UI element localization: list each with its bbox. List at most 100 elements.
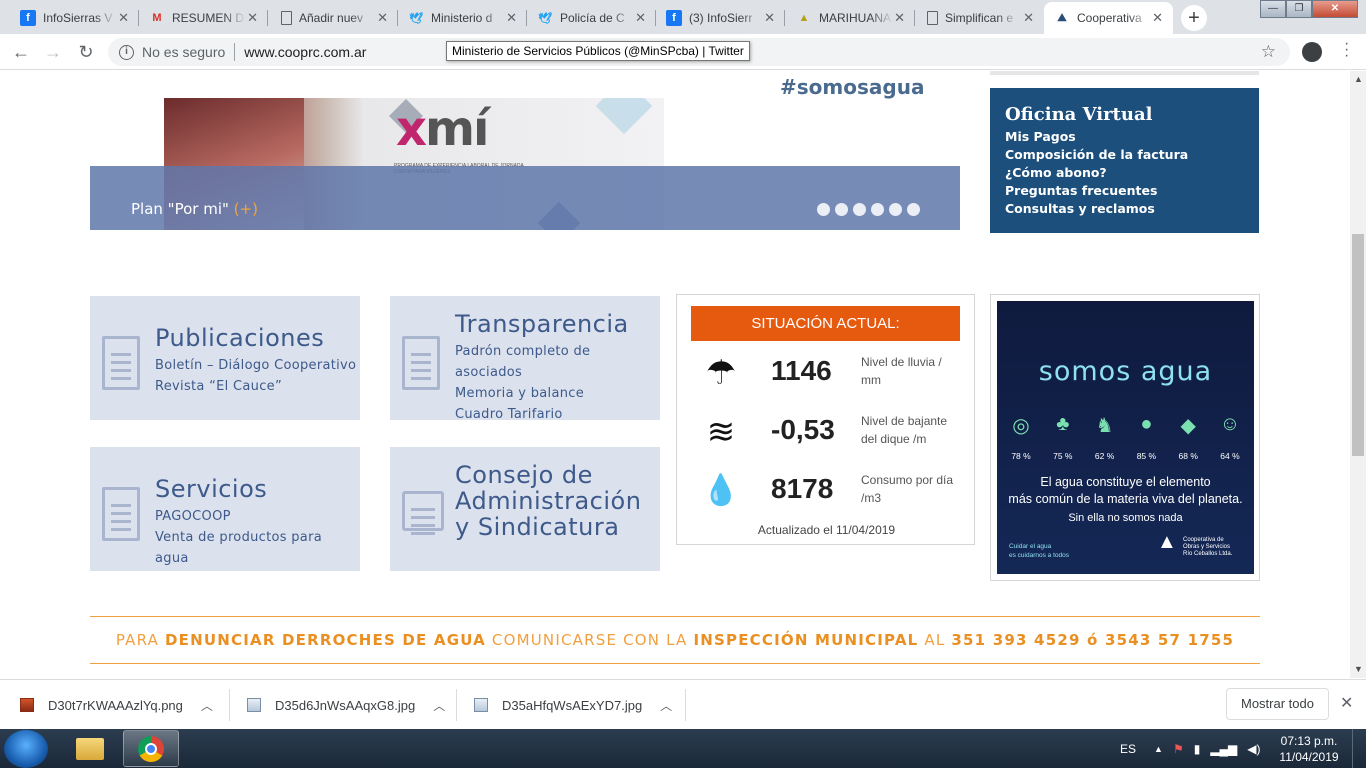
system-tray: ES ▲ ⚑ ▮ ▂▄▆ ◀) [1120, 729, 1261, 768]
image-file-icon [474, 698, 488, 712]
close-tab-icon[interactable]: ✕ [1023, 10, 1034, 26]
slide-caption-text[interactable]: Plan "Por mi" (+) [131, 200, 258, 218]
forward-button[interactable]: → [42, 41, 64, 63]
dam-value: -0,53 [771, 414, 835, 445]
slider-dot[interactable] [871, 203, 884, 216]
windows-taskbar: ES ▲ ⚑ ▮ ▂▄▆ ◀) 07:13 p.m. 11/04/2019 [0, 729, 1366, 768]
start-button[interactable] [4, 730, 48, 768]
download-item[interactable]: D30t7rKWAAAzlYq.png ︿ [20, 680, 230, 730]
tab-title: RESUMEN D [172, 11, 245, 25]
tab-resumen[interactable]: M RESUMEN D ✕ [139, 2, 268, 34]
hero-slider[interactable]: xmí PROGRAMA DE EXPERIENCIA LABORAL DE J… [90, 71, 960, 230]
link-pagocoop[interactable]: PAGOCOOP [155, 506, 360, 527]
card-title[interactable]: Publicaciones [155, 325, 324, 351]
close-tab-icon[interactable]: ✕ [247, 10, 258, 26]
drop-icon: 💧 [702, 474, 740, 507]
show-desktop-button[interactable] [1352, 729, 1366, 768]
tab-ministerio[interactable]: 🕊 Ministerio d ✕ [398, 2, 527, 34]
close-tab-icon[interactable]: ✕ [377, 10, 388, 26]
link-revista[interactable]: Revista “El Cauce” [155, 376, 356, 397]
power-icon[interactable]: ▮ [1194, 742, 1201, 756]
profile-avatar[interactable] [1302, 42, 1322, 62]
situacion-header: SITUACIÓN ACTUAL: [691, 306, 960, 341]
close-tab-icon[interactable]: ✕ [635, 10, 646, 26]
link-como-abono[interactable]: ¿Cómo abono? [1005, 164, 1244, 182]
system-clock[interactable]: 07:13 p.m. 11/04/2019 [1276, 733, 1342, 765]
close-tab-icon[interactable]: ✕ [894, 10, 905, 26]
link-composicion-factura[interactable]: Composición de la factura [1005, 146, 1244, 164]
link-padron[interactable]: Padrón completo de asociados [455, 341, 660, 383]
download-filename: D30t7rKWAAAzlYq.png [48, 697, 183, 713]
twitter-icon: 🕊 [409, 12, 423, 25]
close-tab-icon[interactable]: ✕ [764, 10, 775, 26]
link-venta-productos[interactable]: Venta de productos para agua [155, 527, 360, 569]
tab-infosierras[interactable]: f InfoSierras V ✕ [10, 2, 139, 34]
taskbar-chrome[interactable] [123, 730, 179, 767]
bookmark-star-icon[interactable]: ☆ [1261, 42, 1276, 62]
close-downloads-icon[interactable]: ✕ [1340, 693, 1353, 713]
card-transparencia: Transparencia Padrón completo de asociad… [390, 296, 660, 422]
reload-button[interactable]: ↻ [75, 41, 97, 63]
somos-agua-poster[interactable]: somos agua ◎ 78 % ♣ 75 % ♞ 62 % ● 85 % ◆ 68 %… [990, 294, 1260, 581]
downloads-bar: D30t7rKWAAAzlYq.png ︿ D35d6JnWsAAqxG8.jp… [0, 679, 1366, 729]
link-consultas-reclamos[interactable]: Consultas y reclamos [1005, 200, 1244, 218]
slider-dot[interactable] [907, 203, 920, 216]
slider-dot[interactable] [835, 203, 848, 216]
more-link: (+) [233, 200, 258, 218]
tab-cooperativa[interactable]: ⛰ Cooperativa ✕ [1044, 2, 1173, 34]
tab-simplifican[interactable]: Simplifican e ✕ [915, 2, 1044, 34]
show-all-button[interactable]: Mostrar todo [1226, 688, 1329, 720]
poster-icons: ◎ 78 % ♣ 75 % ♞ 62 % ● 85 % ◆ 68 % ☺ 64 % [1005, 413, 1246, 461]
card-title[interactable]: Transparencia [455, 311, 629, 337]
taskbar-explorer[interactable] [62, 730, 118, 767]
hashtag-text: #somosagua [780, 75, 925, 99]
volume-icon[interactable]: ◀) [1247, 742, 1260, 756]
tab-infosierras-2[interactable]: f (3) InfoSierr ✕ [656, 2, 785, 34]
info-icon[interactable]: i [119, 44, 134, 60]
scroll-up-arrow-icon[interactable]: ▲ [1354, 74, 1363, 84]
maximize-button[interactable]: ❐ [1286, 0, 1312, 18]
scroll-down-arrow-icon[interactable]: ▼ [1354, 664, 1363, 674]
card-title[interactable]: Consejo de Administración y Sindicatura [455, 462, 641, 540]
back-button[interactable]: ← [10, 41, 32, 63]
tab-policia[interactable]: 🕊 Policía de C ✕ [527, 2, 656, 34]
slider-dot[interactable] [889, 203, 902, 216]
close-window-button[interactable]: ✕ [1312, 0, 1358, 18]
chevron-up-icon[interactable]: ︿ [433, 697, 445, 714]
show-hidden-icons[interactable]: ▲ [1154, 744, 1163, 754]
tab-title: Añadir nuev [299, 11, 364, 25]
close-tab-icon[interactable]: ✕ [1152, 10, 1163, 26]
close-tab-icon[interactable]: ✕ [118, 10, 129, 26]
security-label[interactable]: No es seguro [142, 44, 225, 60]
chevron-up-icon[interactable]: ︿ [201, 697, 213, 714]
link-memoria-balance[interactable]: Memoria y balance [455, 383, 660, 404]
download-item[interactable]: D35aHfqWsAExYD7.jpg ︿ [474, 680, 686, 730]
card-title[interactable]: Servicios [155, 476, 267, 502]
download-filename: D35d6JnWsAAqxG8.jpg [275, 697, 416, 713]
link-preguntas-frecuentes[interactable]: Preguntas frecuentes [1005, 182, 1244, 200]
download-item[interactable]: D35d6JnWsAAqxG8.jpg ︿ [247, 680, 457, 730]
language-indicator[interactable]: ES [1120, 742, 1136, 756]
url-text[interactable]: www.cooprc.com.ar [244, 44, 366, 60]
new-tab-button[interactable]: + [1181, 5, 1207, 31]
oficina-virtual-panel: Oficina Virtual Mis Pagos Composición de… [990, 88, 1259, 233]
link-cuadro-tarifario[interactable]: Cuadro Tarifario [455, 404, 660, 425]
link-mis-pagos[interactable]: Mis Pagos [1005, 128, 1244, 146]
dam-row: ≋ -0,53 Nivel de bajante del dique /m [677, 406, 976, 456]
menu-kebab-icon[interactable]: · · · [1344, 36, 1349, 64]
page-scrollbar[interactable]: ▲ ▼ [1350, 71, 1366, 678]
tab-anadir[interactable]: Añadir nuev ✕ [269, 2, 398, 34]
document-check-icon [402, 336, 440, 390]
close-tab-icon[interactable]: ✕ [506, 10, 517, 26]
chevron-up-icon[interactable]: ︿ [660, 697, 672, 714]
minimize-button[interactable]: — [1260, 0, 1286, 18]
scrollbar-thumb[interactable] [1352, 234, 1364, 456]
tab-marihuana[interactable]: ▲ MARIHUANA ✕ [786, 2, 915, 34]
link-boletin[interactable]: Boletín – Diálogo Cooperativo [155, 355, 356, 376]
document-icon [102, 336, 140, 390]
slider-dot[interactable] [853, 203, 866, 216]
slider-dot[interactable] [817, 203, 830, 216]
network-icon[interactable]: ▂▄▆ [1210, 742, 1237, 756]
action-center-icon[interactable]: ⚑ [1173, 742, 1184, 756]
slider-dots [817, 203, 920, 216]
